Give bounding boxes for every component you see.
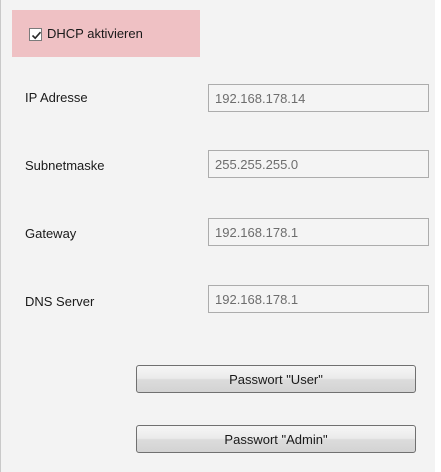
ip-address-field[interactable] bbox=[208, 84, 429, 112]
checkmark-icon bbox=[31, 31, 42, 40]
network-settings-panel: DHCP aktivieren IP Adresse Subnetmaske G… bbox=[0, 0, 441, 472]
gateway-label: Gateway bbox=[25, 226, 77, 241]
panel-edge bbox=[435, 0, 441, 472]
password-user-button[interactable]: Passwort "User" bbox=[136, 365, 416, 393]
subnet-mask-label: Subnetmaske bbox=[25, 158, 105, 173]
dns-server-field[interactable] bbox=[208, 285, 429, 313]
dhcp-label[interactable]: DHCP aktivieren bbox=[47, 26, 143, 42]
dns-server-label: DNS Server bbox=[25, 294, 95, 309]
gateway-field[interactable] bbox=[208, 218, 429, 246]
subnet-mask-field[interactable] bbox=[208, 150, 429, 178]
password-admin-button[interactable]: Passwort "Admin" bbox=[136, 425, 416, 453]
ip-address-label: IP Adresse bbox=[25, 90, 88, 105]
dhcp-checkbox[interactable] bbox=[29, 28, 42, 41]
